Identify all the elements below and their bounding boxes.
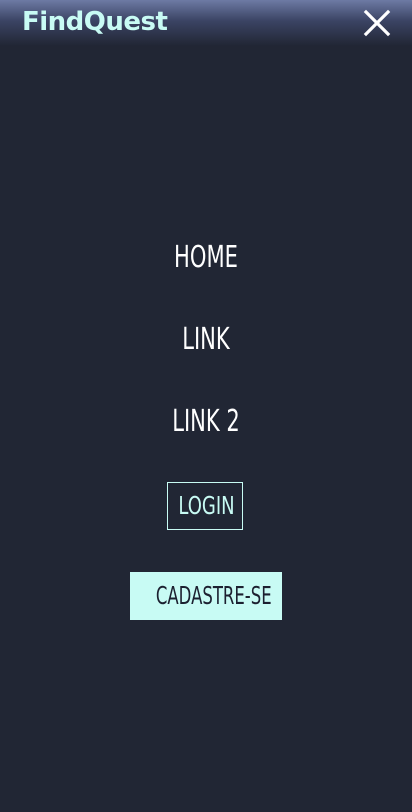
nav-link-home[interactable]: HOME <box>45 238 366 278</box>
nav-link-link-2[interactable]: LINK 2 <box>45 402 366 442</box>
close-icon <box>363 9 391 37</box>
login-button-label: LOGIN <box>178 491 235 520</box>
close-menu-button[interactable] <box>362 8 392 38</box>
signup-button[interactable]: CADASTRE-SE <box>130 572 282 620</box>
signup-button-label: CADASTRE-SE <box>155 581 272 610</box>
brand-logo[interactable]: FindQuest <box>22 5 168 39</box>
nav-link-link[interactable]: LINK <box>45 320 366 360</box>
top-bar: FindQuest <box>0 0 412 46</box>
login-button[interactable]: LOGIN <box>167 482 243 530</box>
